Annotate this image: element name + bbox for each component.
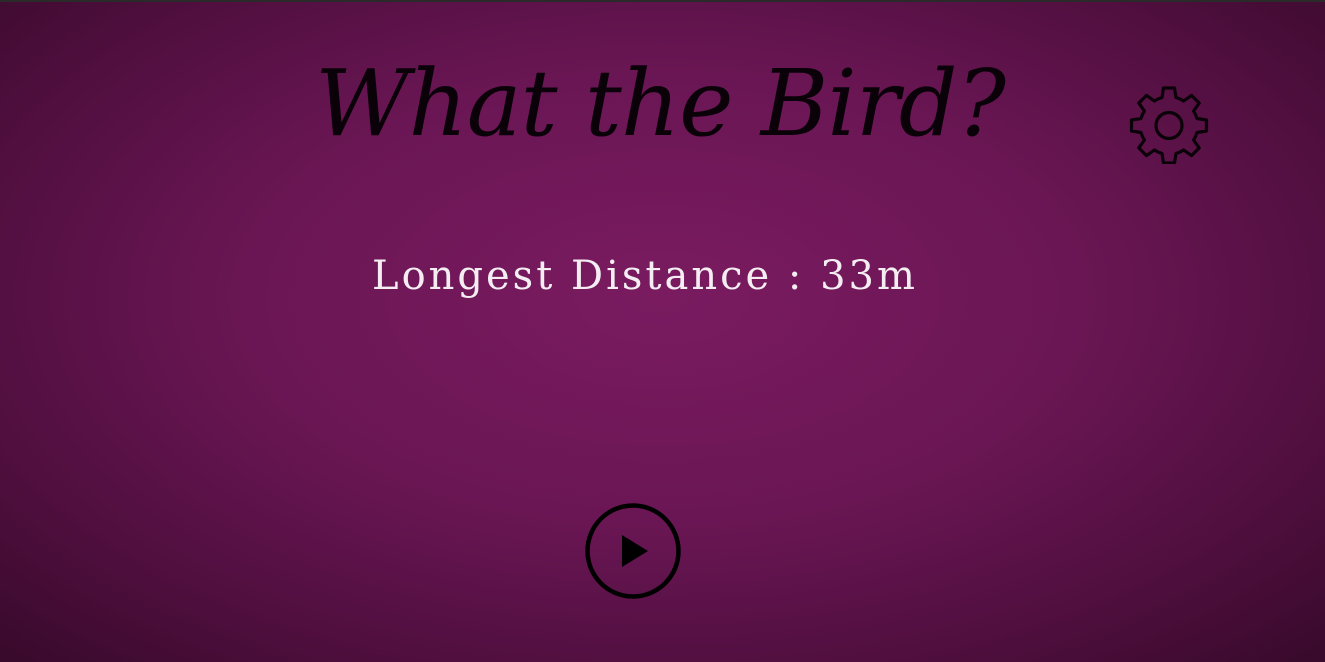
- longest-distance-stat: Longest Distance : 33m: [372, 253, 915, 299]
- play-button[interactable]: [584, 502, 682, 600]
- game-title: What the Bird?: [314, 50, 1006, 157]
- top-edge-divider: [0, 0, 1325, 2]
- play-icon: [585, 503, 681, 599]
- longest-distance-separator: :: [772, 253, 821, 299]
- longest-distance-label: Longest Distance: [372, 253, 773, 299]
- longest-distance-value: 33m: [820, 253, 918, 299]
- settings-button[interactable]: [1128, 82, 1210, 165]
- gear-icon: [1129, 86, 1209, 165]
